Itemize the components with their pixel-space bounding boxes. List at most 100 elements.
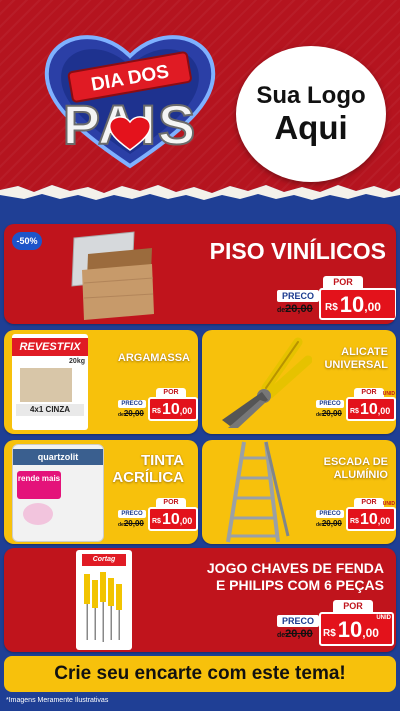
por-label: POR — [354, 498, 384, 507]
heart-emblem-icon: DIA DOS PAIS — [44, 35, 216, 169]
logo-line-1: Sua Logo — [256, 82, 366, 109]
old-price: de20,00 — [316, 409, 342, 418]
price-decimal: ,00 — [362, 626, 379, 640]
currency: R$ — [325, 302, 338, 313]
product-title-line-1: ESCADA DE — [323, 456, 388, 468]
price-integer: 10 — [161, 511, 180, 528]
product-brand: REVESTFIX — [12, 338, 88, 356]
product-title: ARGAMASSA — [117, 352, 190, 364]
product-card-escada: ESCADA DE ALUMÍNIO POR PRECO de20,00 R$ … — [202, 440, 396, 544]
preco-label: PRECO — [118, 510, 146, 518]
new-price-box: R$ 10 ,00 — [319, 288, 396, 320]
old-prefix: de — [277, 632, 286, 639]
product-title-line-2: E PHILIPS COM 6 PEÇAS — [215, 577, 384, 593]
product-card-argamassa: REVESTFIX 20kg 4x1 CINZA ARGAMASSA POR P… — [4, 330, 198, 434]
product-card-alicate: ALICATE UNIVERSAL POR PRECO de20,00 R$ 1… — [202, 330, 396, 434]
torn-paper-divider — [0, 185, 400, 206]
product-card-piso: -50% PISO VINÍLICOS POR PRECO de20,00 R$… — [4, 224, 396, 324]
old-price-value: 20,00 — [123, 409, 144, 418]
preco-label: PRECO — [316, 400, 344, 408]
por-label: POR — [354, 388, 384, 397]
product-title-line-1: TINTA — [140, 452, 184, 469]
por-label: POR — [156, 498, 186, 507]
logo-line-2: Aqui — [274, 109, 348, 146]
price-tag: POR PRECO de20,00 R$ 10 ,00 UNID — [277, 600, 394, 646]
product-brand: quartzolit — [13, 449, 103, 465]
pliers-image — [222, 337, 312, 428]
currency: R$ — [350, 518, 359, 525]
product-title-line-2: ALUMÍNIO — [333, 469, 388, 481]
product-title: ALICATE UNIVERSAL — [324, 346, 388, 372]
product-title: ESCADA DE ALUMÍNIO — [324, 456, 388, 482]
price-tag: POR PRECO de20,00 R$ 10 ,00 — [118, 388, 198, 424]
unit-label: UNID — [376, 615, 391, 621]
price-tag: POR PRECO de20,00 R$ 10 ,00 UNID — [316, 498, 396, 534]
product-title: JOGO CHAVES DE FENDA E PHILIPS COM 6 PEÇ… — [207, 560, 384, 594]
screwdrivers-icon — [84, 572, 122, 642]
old-price-value: 20,00 — [321, 519, 342, 528]
price-decimal: ,00 — [179, 516, 193, 526]
price-tag: POR PRECO de20,00 R$ 10 ,00 UNID — [316, 388, 396, 424]
product-desc: 4x1 CINZA — [16, 404, 84, 416]
product-card-tinta: quartzolit rende mais TINTA ACRÍLICA POR… — [4, 440, 198, 544]
price-tag: POR PRECO de20,00 R$ 10 ,00 — [118, 498, 198, 534]
old-price: de20,00 — [118, 409, 144, 418]
por-label: POR — [333, 600, 373, 612]
old-price-value: 20,00 — [285, 628, 313, 640]
old-price: de20,00 — [118, 519, 144, 528]
price-decimal: ,00 — [364, 300, 381, 314]
preco-label: PRECO — [118, 400, 146, 408]
old-price: de20,00 — [277, 303, 313, 315]
product-weight: 20kg — [69, 358, 85, 365]
currency: R$ — [152, 408, 161, 415]
unit-label: UNID — [382, 501, 395, 507]
cta-banner: Crie seu encarte com este tema! — [4, 656, 396, 692]
product-title: TINTA ACRÍLICA — [112, 452, 184, 486]
disclaimer-note: *Imagens Meramente Ilustrativas — [6, 697, 109, 704]
product-title-line-2: ACRÍLICA — [112, 469, 184, 486]
preco-label: PRECO — [277, 290, 319, 302]
old-price: de20,00 — [316, 519, 342, 528]
price-decimal: ,00 — [377, 516, 391, 526]
product-tag: rende mais — [17, 471, 61, 499]
price-integer: 10 — [337, 617, 363, 642]
price-decimal: ,00 — [179, 406, 193, 416]
mortar-bag-image: REVESTFIX 20kg 4x1 CINZA — [12, 334, 88, 430]
price-integer: 10 — [359, 511, 378, 528]
currency: R$ — [323, 628, 336, 639]
new-price-box: R$ 10 ,00 UNID — [346, 501, 396, 531]
por-label: POR — [323, 276, 363, 288]
preco-label: PRECO — [277, 615, 319, 627]
unit-label: UNID — [382, 391, 395, 397]
preco-label: PRECO — [316, 510, 344, 518]
vinyl-floor-image — [71, 231, 154, 320]
price-tag: POR PRECO de20,00 R$ 10 ,00 — [277, 276, 396, 320]
new-price-box: R$ 10 ,00 UNID — [346, 391, 396, 421]
logo-placeholder: Sua Logo Aqui — [236, 46, 386, 182]
bag-photo — [20, 368, 72, 402]
price-integer: 10 — [359, 401, 378, 418]
paint-splash — [23, 503, 53, 525]
header: DIA DOS PAIS Sua Logo Aqui — [0, 0, 400, 200]
old-prefix: de — [277, 307, 286, 314]
old-price-value: 20,00 — [285, 303, 313, 315]
paint-can-image: quartzolit rende mais — [12, 444, 104, 542]
discount-badge: -50% — [12, 232, 42, 250]
old-price-value: 20,00 — [321, 409, 342, 418]
old-price: de20,00 — [277, 628, 313, 640]
product-title-line-1: ALICATE — [341, 346, 388, 358]
currency: R$ — [350, 408, 359, 415]
new-price-box: R$ 10 ,00 — [148, 507, 198, 531]
new-price-box: R$ 10 ,00 UNID — [319, 612, 394, 646]
screwdriver-set-image: Cortag — [76, 550, 132, 650]
price-decimal: ,00 — [377, 406, 391, 416]
product-brand: Cortag — [82, 554, 126, 566]
ladder-image — [226, 441, 290, 543]
por-label: POR — [156, 388, 186, 397]
product-title: PISO VINÍLICOS — [209, 238, 386, 264]
product-card-chaves: Cortag JOGO CHAVES DE FENDA E PHILIPS CO… — [4, 548, 396, 652]
new-price-box: R$ 10 ,00 — [148, 397, 198, 421]
product-title-line-2: UNIVERSAL — [324, 359, 388, 371]
product-title-line-1: JOGO CHAVES DE FENDA — [206, 560, 384, 576]
price-integer: 10 — [339, 292, 365, 317]
